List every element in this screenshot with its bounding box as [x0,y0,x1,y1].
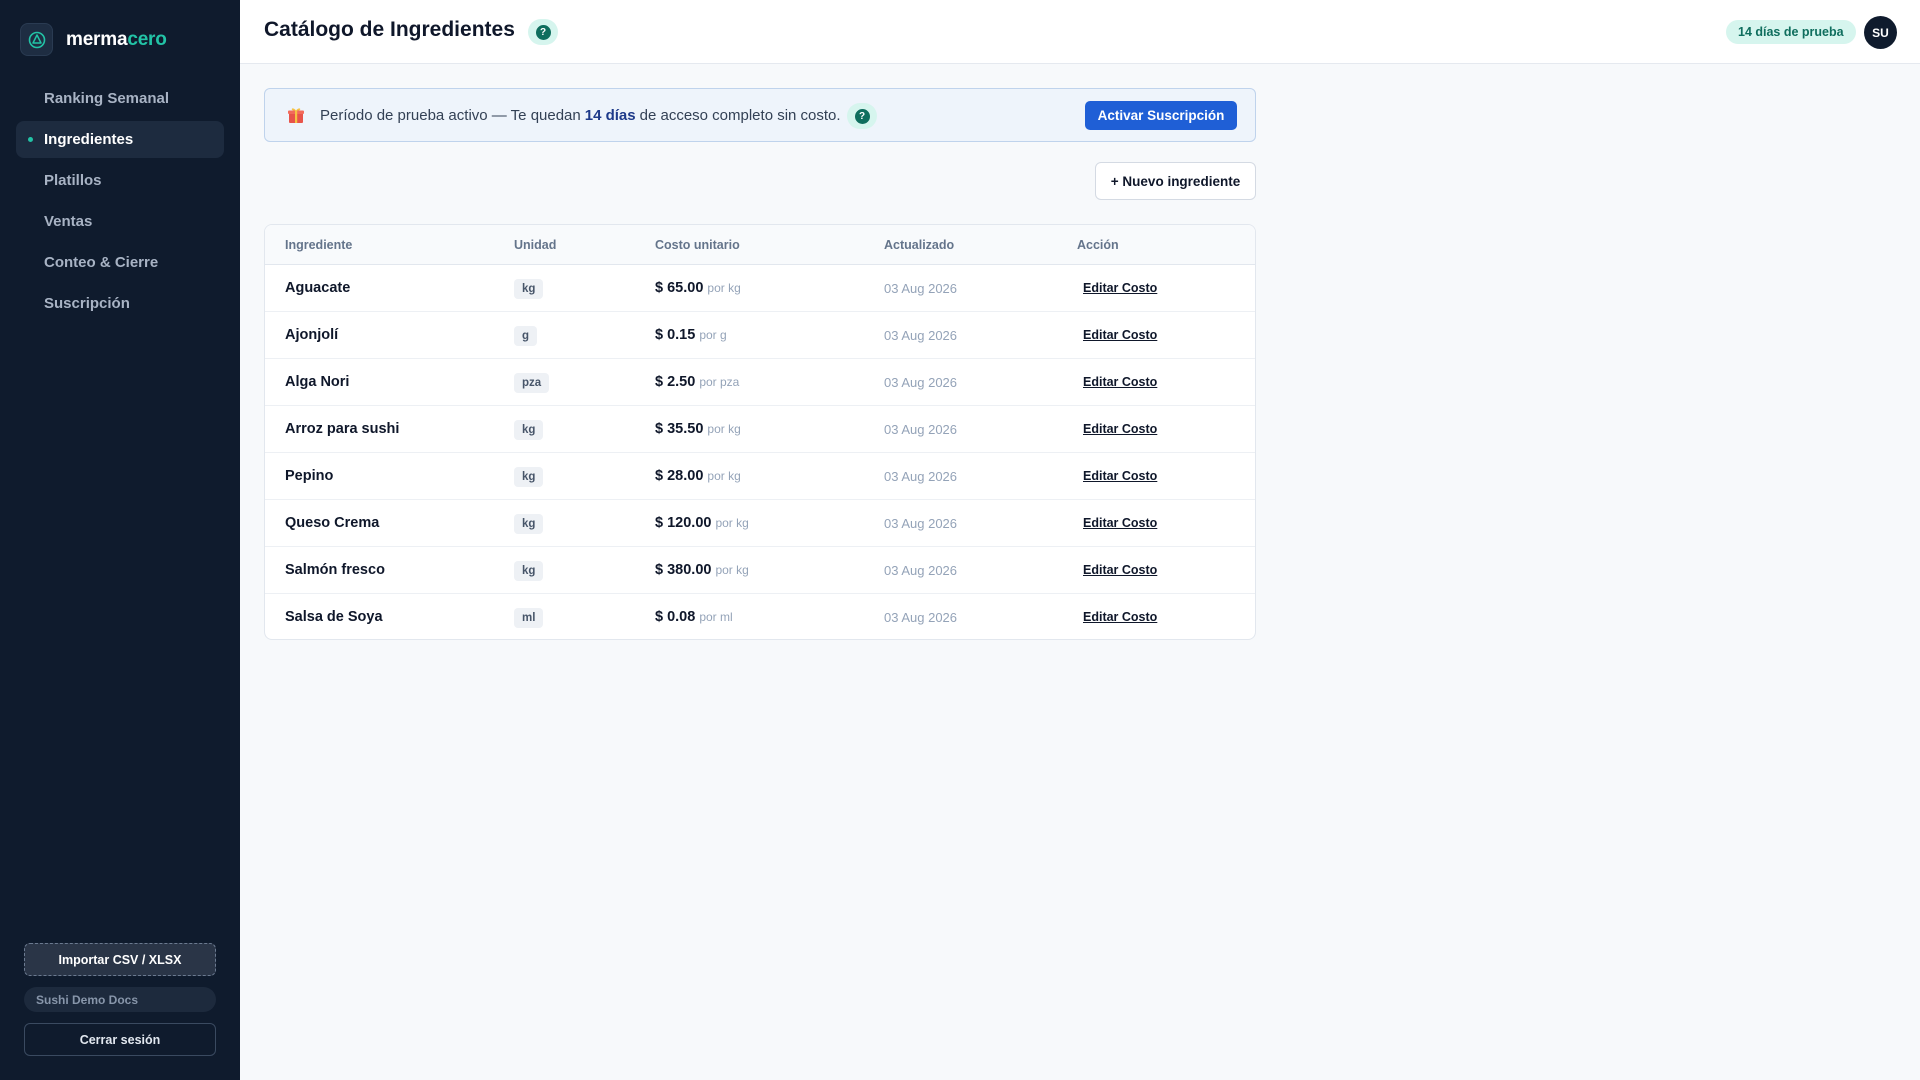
unit-badge: kg [514,514,544,534]
ingredient-name: Pepino [285,468,334,484]
edit-cost-link[interactable]: Editar Costo [1083,469,1157,483]
updated-date: 03 Aug 2026 [884,563,958,578]
edit-cost-link[interactable]: Editar Costo [1083,328,1157,342]
column-header-unidad: Unidad [514,238,557,252]
trial-banner: Período de prueba activo — Te quedan 14 … [264,88,1256,142]
active-dot-icon [28,137,33,142]
unit-badge: ml [514,608,544,628]
table-row: Ajonjolí g $ 0.15 por g 03 Aug 2026 Edita… [265,312,1255,359]
sidebar-item-platillos[interactable]: Platillos [16,162,224,199]
ingredient-name: Ajonjolí [285,327,339,343]
import-csv-button[interactable]: Importar CSV / XLSX [24,943,216,976]
table-row: Queso Crema kg $ 120.00 por kg 03 Aug 202… [265,500,1255,547]
unit-badge: kg [514,561,544,581]
ingredient-name: Alga Nori [285,374,350,390]
unit-cost: $ 2.50 por pza [655,374,740,390]
edit-cost-link[interactable]: Editar Costo [1083,281,1157,295]
new-ingredient-button[interactable]: + Nuevo ingrediente [1095,162,1256,200]
sidebar-nav: Ranking Semanal Ingredientes Platillos V… [16,80,224,326]
sidebar-item-conteo-cierre[interactable]: Conteo & Cierre [16,244,224,281]
trial-days-badge: 14 días de prueba [1726,20,1856,44]
sidebar-item-label: Suscripción [44,295,130,312]
ingredient-name: Arroz para sushi [285,421,400,437]
edit-cost-link[interactable]: Editar Costo [1083,610,1157,624]
brand-logo-icon [20,23,53,56]
logout-button[interactable]: Cerrar sesión [24,1023,216,1056]
table-header: Ingrediente Unidad Costo unitario Actual… [265,225,1255,265]
unit-badge: kg [514,467,544,487]
unit-cost: $ 28.00 por kg [655,468,741,484]
help-icon: ? [535,24,551,40]
ingredients-table: Ingrediente Unidad Costo unitario Actual… [264,224,1256,640]
table-row: Aguacate kg $ 65.00 por kg 03 Aug 2026 Ed… [265,265,1255,312]
unit-badge: pza [514,373,550,393]
unit-cost: $ 0.08 por ml [655,609,733,625]
updated-date: 03 Aug 2026 [884,469,958,484]
unit-cost: $ 65.00 por kg [655,280,741,296]
table-row: Arroz para sushi kg $ 35.50 por kg 03 Aug… [265,406,1255,453]
table-row: Pepino kg $ 28.00 por kg 03 Aug 2026 Edit… [265,453,1255,500]
updated-date: 03 Aug 2026 [884,375,958,390]
table-row: Salmón fresco kg $ 380.00 por kg 03 Aug 2… [265,547,1255,594]
sidebar-item-label: Ventas [44,213,93,230]
updated-date: 03 Aug 2026 [884,328,958,343]
ingredient-name: Salsa de Soya [285,609,383,625]
sidebar-item-label: Ranking Semanal [44,90,170,107]
sidebar-item-label: Ingredientes [44,131,134,148]
column-header-costo: Costo unitario [655,238,740,252]
sidebar-item-ranking-semanal[interactable]: Ranking Semanal [16,80,224,117]
unit-cost: $ 0.15 por g [655,327,727,343]
ingredient-name: Queso Crema [285,515,380,531]
brand-name: mermacero [66,28,167,50]
gift-icon [288,108,304,123]
sidebar-item-ventas[interactable]: Ventas [16,203,224,240]
brand[interactable]: mermacero [20,23,167,56]
updated-date: 03 Aug 2026 [884,516,958,531]
unit-cost: $ 380.00 por kg [655,562,749,578]
banner-help-button[interactable]: ? [847,103,877,129]
sidebar-item-ingredientes[interactable]: Ingredientes [16,121,224,158]
user-avatar[interactable]: SU [1864,16,1897,49]
unit-badge: kg [514,420,544,440]
ingredient-name: Salmón fresco [285,562,385,578]
sidebar-item-label: Conteo & Cierre [44,254,159,271]
updated-date: 03 Aug 2026 [884,422,958,437]
trial-days-remaining: 14 días [584,107,636,124]
unit-badge: kg [514,279,544,299]
unit-badge: g [514,326,538,346]
edit-cost-link[interactable]: Editar Costo [1083,422,1157,436]
updated-date: 03 Aug 2026 [884,281,958,296]
column-header-actualizado: Actualizado [884,238,955,252]
table-row: Alga Nori pza $ 2.50 por pza 03 Aug 2026 … [265,359,1255,406]
workspace-name[interactable]: Sushi Demo Docs [24,987,216,1012]
ingredient-name: Aguacate [285,280,351,296]
table-row: Salsa de Soya ml $ 0.08 por ml 03 Aug 202… [265,594,1255,639]
page-title: Catálogo de Ingredientes [264,18,515,41]
activate-subscription-button[interactable]: Activar Suscripción [1085,101,1237,130]
trial-banner-text: Período de prueba activo — Te quedan 14 … [320,107,841,124]
edit-cost-link[interactable]: Editar Costo [1083,563,1157,577]
top-header: Catálogo de Ingredientes ? 14 días de pr… [240,0,1920,64]
edit-cost-link[interactable]: Editar Costo [1083,375,1157,389]
sidebar-item-suscripcion[interactable]: Suscripción [16,285,224,322]
help-icon: ? [854,108,870,124]
help-button[interactable]: ? [528,19,558,45]
updated-date: 03 Aug 2026 [884,610,958,625]
edit-cost-link[interactable]: Editar Costo [1083,516,1157,530]
column-header-ingrediente: Ingrediente [285,238,353,252]
column-header-accion: Acción [1077,238,1119,252]
unit-cost: $ 35.50 por kg [655,421,741,437]
sidebar-item-label: Platillos [44,172,102,189]
unit-cost: $ 120.00 por kg [655,515,749,531]
sidebar: mermacero Ranking Semanal Ingredientes P… [0,0,240,1080]
